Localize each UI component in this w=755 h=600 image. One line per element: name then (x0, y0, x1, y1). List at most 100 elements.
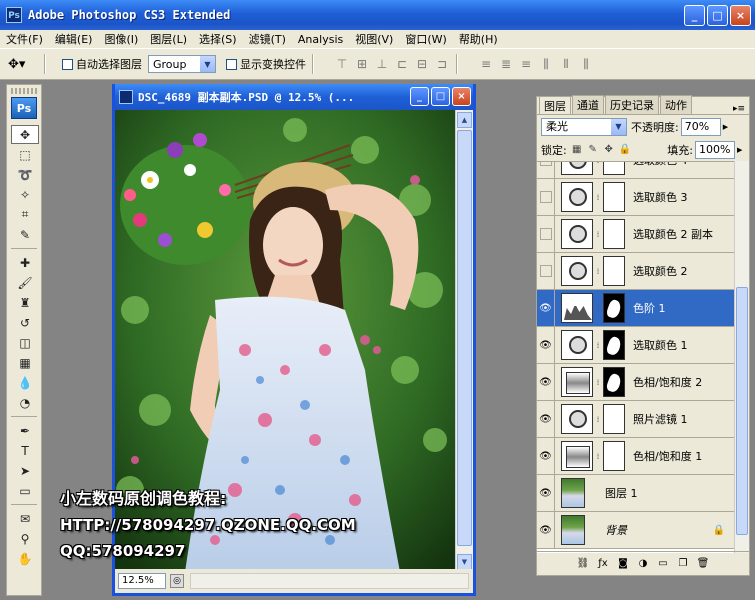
layer-mask-thumbnail[interactable] (603, 162, 625, 175)
align-right-icon[interactable]: ⊐ (434, 57, 450, 71)
eraser-tool-icon[interactable]: ◫ (11, 333, 39, 352)
layer-list[interactable]: ⁞ 选取颜色 4 ⁞ 选取颜色 3 ⁞ 选取颜色 2 副本 ⁞ 选取颜色 2 👁 ⁞ 色阶 1 👁 ⁞ 选… (537, 161, 735, 553)
magic-wand-icon[interactable]: ✧ (11, 185, 39, 204)
menu-help[interactable]: 帮助(H) (459, 31, 498, 47)
opacity-slider-icon[interactable]: ▶ (723, 123, 731, 131)
menu-layer[interactable]: 图层(L) (150, 31, 187, 47)
layer-row[interactable]: 👁 图层 1 (537, 474, 735, 512)
layer-name[interactable]: 选取颜色 4 (633, 162, 688, 168)
zoom-level-field[interactable]: 12.5% (118, 573, 166, 589)
ps-logo[interactable]: Ps (11, 97, 37, 119)
layer-name[interactable]: 色阶 1 (633, 300, 666, 316)
document-horizontal-scrollbar[interactable] (190, 573, 469, 589)
link-layers-icon[interactable]: ⛓ (576, 557, 590, 571)
close-button[interactable]: × (730, 5, 751, 26)
scroll-thumb[interactable] (457, 130, 472, 546)
lock-transparent-icon[interactable]: ▦ (571, 144, 583, 156)
layer-name[interactable]: 色相/饱和度 2 (633, 374, 702, 390)
new-layer-icon[interactable]: ❐ (676, 557, 690, 571)
path-selection-icon[interactable]: ➤ (11, 461, 39, 480)
layer-thumbnail[interactable] (561, 515, 585, 545)
menu-edit[interactable]: 编辑(E) (55, 31, 93, 47)
add-mask-icon[interactable]: ◙ (616, 557, 630, 571)
mask-link-icon[interactable]: ⁞ (593, 378, 603, 387)
layer-name[interactable]: 色相/饱和度 1 (633, 448, 702, 464)
layer-row[interactable]: ⁞ 选取颜色 4 (537, 162, 735, 179)
layer-name[interactable]: 选取颜色 2 副本 (633, 226, 713, 242)
adjustment-thumbnail-icon[interactable] (561, 162, 593, 175)
layer-name[interactable]: 照片滤镜 1 (633, 411, 688, 427)
distribute-left-icon[interactable]: ⫼ (538, 57, 554, 72)
layer-mask-thumbnail[interactable] (603, 219, 625, 249)
slice-tool-icon[interactable]: ✎ (11, 225, 39, 244)
adjustment-thumbnail-icon[interactable] (561, 219, 593, 249)
align-left-icon[interactable]: ⊏ (394, 57, 410, 71)
layer-mask-thumbnail[interactable] (603, 182, 625, 212)
status-info-icon[interactable]: ◎ (170, 574, 184, 588)
mask-link-icon[interactable]: ⁞ (593, 415, 603, 424)
layer-row[interactable]: 👁 ⁞ 照片滤镜 1 (537, 400, 735, 438)
layer-name[interactable]: 背景 (605, 522, 627, 538)
show-transform-checkbox[interactable] (226, 58, 237, 70)
mask-link-icon[interactable]: ⁞ (593, 267, 603, 276)
lock-position-icon[interactable]: ✥ (603, 144, 615, 156)
minimize-button[interactable]: _ (684, 5, 705, 26)
layer-row[interactable]: 👁 ⁞ 色相/饱和度 1 (537, 437, 735, 475)
layer-thumbnail[interactable] (561, 478, 585, 508)
eye-icon[interactable]: 👁 (537, 400, 555, 438)
fill-slider-icon[interactable]: ▶ (737, 146, 745, 154)
visibility-toggle[interactable] (537, 178, 555, 216)
lasso-tool-icon[interactable]: ➰ (11, 165, 39, 184)
layer-mask-thumbnail[interactable] (603, 293, 625, 323)
mask-link-icon[interactable]: ⁞ (593, 193, 603, 202)
layer-mask-thumbnail[interactable] (603, 256, 625, 286)
crop-tool-icon[interactable]: ⌗ (11, 205, 39, 224)
document-title-bar[interactable]: DSC_4689 副本副本.PSD @ 12.5% (... _ □ × (115, 84, 473, 110)
mask-link-icon[interactable]: ⁞ (593, 341, 603, 350)
adjustment-thumbnail-icon[interactable] (561, 330, 593, 360)
layer-row[interactable]: ⁞ 选取颜色 2 (537, 252, 735, 290)
notes-tool-icon[interactable]: ✉ (11, 509, 39, 528)
eye-icon[interactable]: 👁 (537, 289, 555, 327)
auto-select-checkbox[interactable] (62, 58, 73, 70)
toolbox-grip[interactable] (11, 88, 37, 94)
delete-layer-icon[interactable]: 🗑 (696, 557, 710, 571)
layers-scroll-thumb[interactable] (736, 287, 748, 535)
eye-icon[interactable]: 👁 (537, 474, 555, 512)
align-top-icon[interactable]: ⊤ (334, 57, 350, 71)
fill-field[interactable]: 100% (695, 141, 735, 159)
tab-history[interactable]: 历史记录 (605, 95, 659, 114)
new-group-icon[interactable]: ▭ (656, 557, 670, 571)
tab-layers[interactable]: 图层 (539, 96, 571, 114)
layer-mask-thumbnail[interactable] (603, 404, 625, 434)
blur-tool-icon[interactable]: 💧 (11, 373, 39, 392)
layer-row[interactable]: 👁 ⁞ 选取颜色 1 (537, 326, 735, 364)
auto-select-option[interactable]: 自动选择图层 (62, 56, 142, 72)
distribute-right-icon[interactable]: ⫼ (578, 57, 594, 72)
type-tool-icon[interactable]: T (11, 441, 39, 460)
tab-actions[interactable]: 动作 (660, 95, 692, 114)
layer-mask-thumbnail[interactable] (603, 330, 625, 360)
align-bottom-icon[interactable]: ⊥ (374, 57, 390, 71)
mask-link-icon[interactable]: ⁞ (593, 162, 603, 165)
shape-tool-icon[interactable]: ▭ (11, 481, 39, 500)
menu-select[interactable]: 选择(S) (199, 31, 237, 47)
layer-name[interactable]: 选取颜色 3 (633, 189, 688, 205)
layer-row[interactable]: ⁞ 选取颜色 2 副本 (537, 215, 735, 253)
menu-file[interactable]: 文件(F) (6, 31, 43, 47)
clone-stamp-icon[interactable]: ♜ (11, 293, 39, 312)
visibility-toggle[interactable] (537, 215, 555, 253)
eye-icon[interactable]: 👁 (537, 326, 555, 364)
eye-icon[interactable]: 👁 (537, 511, 555, 549)
layer-row[interactable]: 👁 ⁞ 色相/饱和度 2 (537, 363, 735, 401)
new-adjustment-icon[interactable]: ◑ (636, 557, 650, 571)
eyedropper-icon[interactable]: ⚲ (11, 529, 39, 548)
brush-tool-icon[interactable]: 🖌 (11, 273, 39, 292)
menu-image[interactable]: 图像(I) (104, 31, 138, 47)
layer-mask-thumbnail[interactable] (603, 367, 625, 397)
lock-all-icon[interactable]: 🔒 (619, 144, 631, 156)
move-tool-preset-icon[interactable]: ✥▾ (8, 52, 38, 76)
visibility-toggle[interactable] (537, 252, 555, 290)
pen-tool-icon[interactable]: ✒ (11, 421, 39, 440)
doc-close-button[interactable]: × (452, 87, 471, 106)
